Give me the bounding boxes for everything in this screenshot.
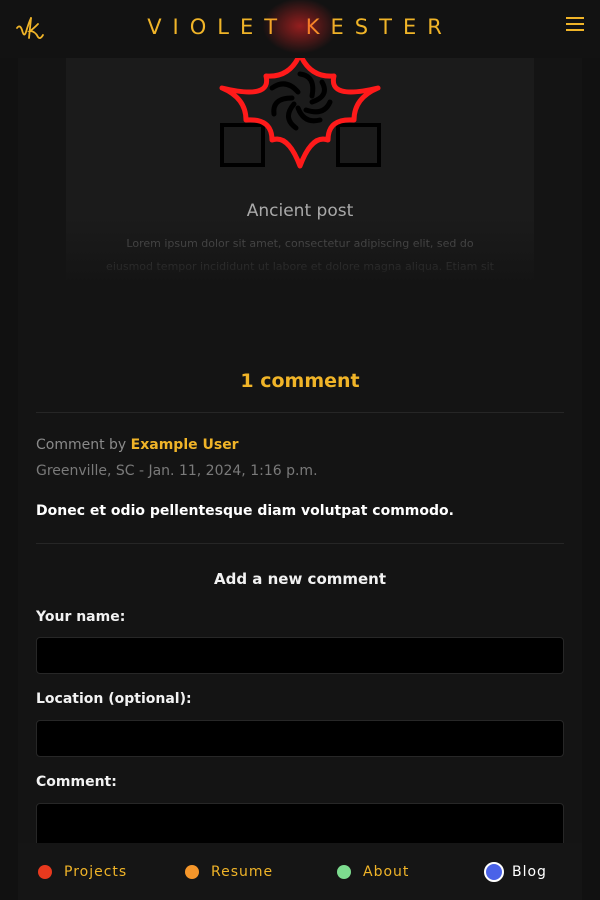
comment-label: Comment:	[36, 774, 117, 790]
nav-label-resume: Resume	[211, 864, 274, 880]
blog-dot-icon	[484, 862, 504, 882]
site-title[interactable]: VIOLET KESTER	[0, 15, 600, 39]
bottom-nav: Projects Resume About Blog	[18, 843, 582, 900]
name-label: Your name:	[36, 609, 126, 625]
comment-meta: Comment by Example User	[36, 437, 239, 453]
about-dot-icon	[337, 865, 351, 879]
spiral-star-icon	[219, 58, 381, 169]
comment-body: Donec et odio pellentesque diam volutpat…	[36, 503, 454, 519]
post-excerpt: Lorem ipsum dolor sit amet, consectetur …	[106, 237, 494, 293]
form-heading: Add a new comment	[213, 570, 387, 588]
comment-by-label: Comment by	[36, 437, 127, 453]
hamburger-menu-icon[interactable]	[566, 17, 584, 35]
name-input[interactable]	[36, 637, 564, 674]
resume-dot-icon	[185, 865, 199, 879]
comment-location-date: Greenville, SC - Jan. 11, 2024, 1:16 p.m…	[36, 463, 318, 479]
nav-label-blog: Blog	[512, 864, 547, 880]
location-label: Location (optional):	[36, 691, 192, 707]
nav-label-about: About	[363, 864, 410, 880]
post-card[interactable]: Ancient post Lorem ipsum dolor sit amet,…	[66, 58, 534, 293]
comment-author-link[interactable]: Example User	[131, 437, 239, 453]
projects-dot-icon	[38, 865, 52, 879]
divider	[36, 543, 564, 544]
location-input[interactable]	[36, 720, 564, 757]
comments-heading: 1 comment	[240, 370, 360, 392]
site-header: VIOLET KESTER	[0, 0, 600, 58]
divider	[36, 412, 564, 413]
post-title: Ancient post	[246, 201, 354, 221]
nav-label-projects: Projects	[64, 864, 128, 880]
